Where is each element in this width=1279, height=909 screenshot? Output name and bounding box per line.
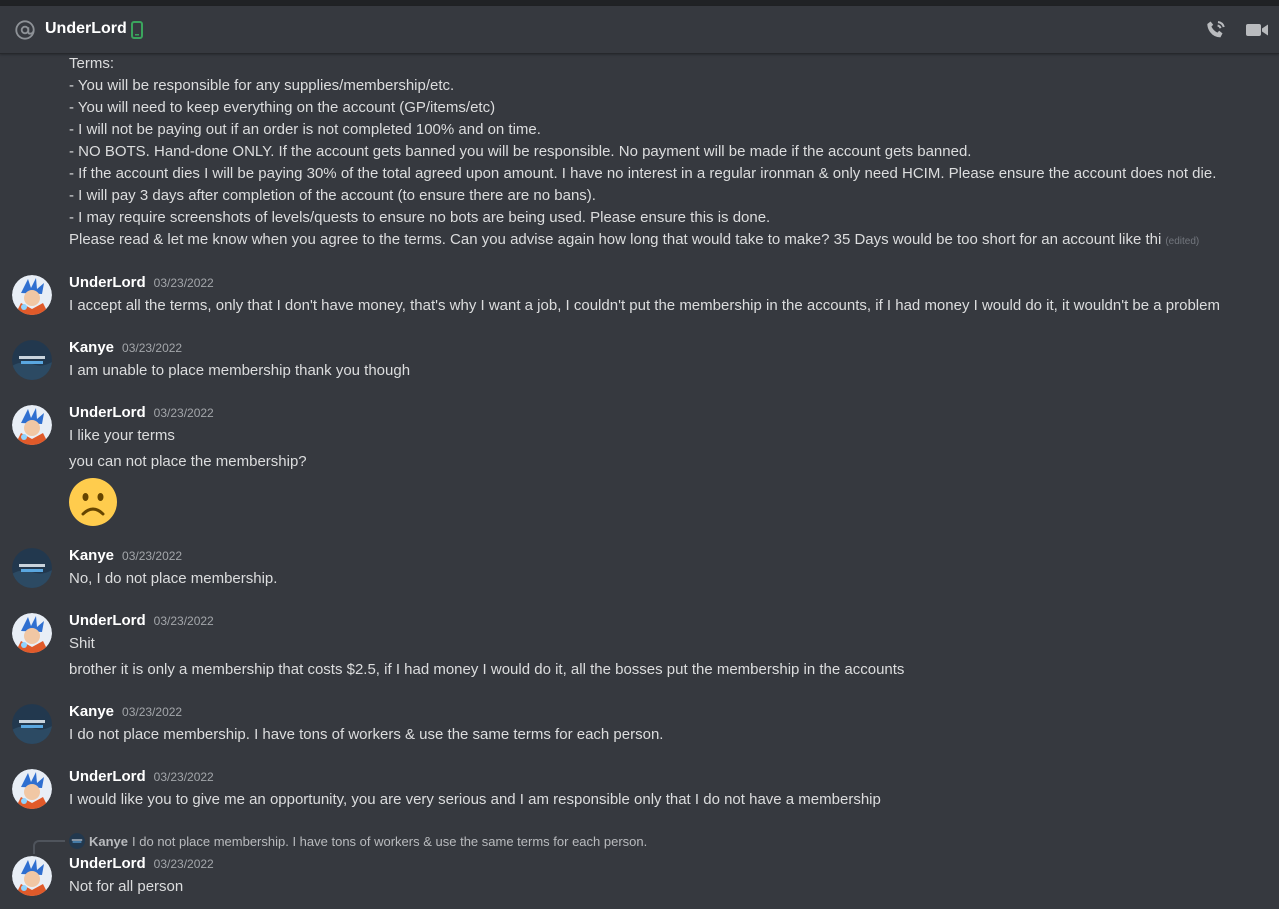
message-header: UnderLord 03/23/2022 [69,612,214,632]
message-header: UnderLord 03/23/2022 [69,404,214,424]
author-name[interactable]: Kanye [69,339,114,356]
avatar-underlord[interactable] [12,405,52,445]
author-name[interactable]: UnderLord [69,612,146,629]
message-text-line: - I will pay 3 days after completion of … [69,187,596,204]
frowning-face-emoji [69,478,117,526]
avatar-underlord[interactable] [12,856,52,896]
message-header: UnderLord 03/23/2022 [69,855,214,875]
message-text-line: - You will be responsible for any suppli… [69,77,455,94]
author-name[interactable]: UnderLord [69,855,146,872]
video-call-icon[interactable] [1245,18,1269,42]
message-header: UnderLord 03/23/2022 [69,768,214,788]
message-text-line: I do not place membership. I have tons o… [69,726,664,743]
message-text-line: Terms: [69,55,114,72]
channel-header: UnderLord [0,6,1279,54]
message-text-line: - You will need to keep everything on th… [69,99,496,116]
message-text-line: No, I do not place membership. [69,570,278,587]
message-timestamp: 03/23/2022 [122,705,183,719]
avatar-underlord[interactable] [12,613,52,653]
message-text-line: I accept all the terms, only that I don'… [69,297,1220,314]
message-timestamp: 03/23/2022 [153,276,214,290]
reply-author[interactable]: Kanye [89,834,128,849]
avatar-kanye[interactable] [12,340,52,380]
avatar-kanye[interactable] [12,704,52,744]
message-text-line: - If the account dies I will be paying 3… [69,165,1217,182]
message-header: UnderLord 03/23/2022 [69,274,214,294]
message-text-line: brother it is only a membership that cos… [69,661,905,678]
author-name[interactable]: UnderLord [69,404,146,421]
message-timestamp: 03/23/2022 [153,406,214,420]
message-text-line: Please read & let me know when you agree… [69,230,1199,252]
message-text-line: I would like you to give me an opportuni… [69,791,881,808]
voice-call-icon[interactable] [1204,18,1228,42]
avatar-underlord[interactable] [12,769,52,809]
message-text-line: Not for all person [69,878,184,895]
message-timestamp: 03/23/2022 [122,341,183,355]
edited-label: (edited) [1165,236,1200,247]
message-text-line: - I may require screenshots of levels/qu… [69,209,771,226]
message-text-line: you can not place the membership? [69,453,307,470]
avatar-kanye[interactable] [12,548,52,588]
reply-preview-text[interactable]: I do not place membership. I have tons o… [132,834,647,849]
message-text-line: I am unable to place membership thank yo… [69,362,411,379]
message-text-line: I like your terms [69,427,175,444]
message-header: Kanye 03/23/2022 [69,547,182,567]
message-text-line: Shit [69,635,95,652]
author-name[interactable]: UnderLord [69,768,146,785]
message-text: Please read & let me know when you agree… [69,231,1162,248]
message-header: Kanye 03/23/2022 [69,339,182,359]
message-header: Kanye 03/23/2022 [69,703,182,723]
avatar-underlord[interactable] [12,275,52,315]
message-text-line: - I will not be paying out if an order i… [69,121,541,138]
author-name[interactable]: Kanye [69,703,114,720]
reply-avatar-kanye [69,833,85,849]
message-timestamp: 03/23/2022 [153,770,214,784]
reply-connector [33,840,65,854]
message-text-line: - NO BOTS. Hand-done ONLY. If the accoun… [69,143,972,160]
message-list: Terms: - You will be responsible for any… [0,54,1279,909]
dm-recipient-name: UnderLord [45,20,127,37]
mobile-phone-icon [131,21,143,39]
message-timestamp: 03/23/2022 [153,614,214,628]
author-name[interactable]: Kanye [69,547,114,564]
author-name[interactable]: UnderLord [69,274,146,291]
message-timestamp: 03/23/2022 [153,857,214,871]
message-timestamp: 03/23/2022 [122,549,183,563]
reply-reference[interactable]: Kanye I do not place membership. I have … [69,832,647,850]
at-icon [15,20,35,40]
